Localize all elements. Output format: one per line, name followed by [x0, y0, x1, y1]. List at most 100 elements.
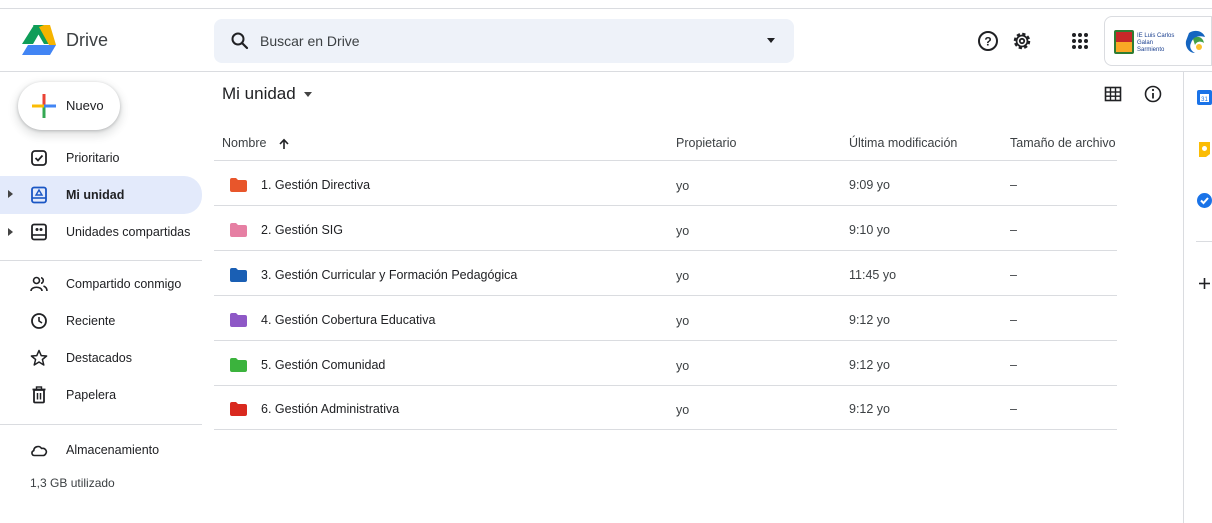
file-row-6[interactable]: 6. Gestión Administrativa yo 9:12 yo – — [214, 386, 1117, 430]
file-owner: yo — [676, 403, 690, 417]
file-name: 6. Gestión Administrativa — [261, 402, 400, 416]
column-header-size[interactable]: Tamaño de archivo — [1010, 136, 1116, 150]
search-input[interactable]: Buscar en Drive — [260, 33, 360, 49]
file-owner: yo — [676, 359, 690, 373]
sidebar-item-shared-with-me[interactable]: Compartido conmigo — [0, 266, 202, 302]
app-name: Drive — [66, 30, 109, 50]
file-modified: 9:10 yo — [849, 223, 891, 237]
sidebar-item-label: Compartido conmigo — [66, 277, 182, 291]
new-button-label: Nuevo — [66, 98, 104, 113]
chevron-down-icon — [303, 92, 312, 98]
page-title-text: Mi unidad — [222, 84, 296, 103]
info-icon[interactable] — [1143, 84, 1163, 104]
storage-used-text: 1,3 GB utilizado — [30, 476, 115, 490]
cloud-icon — [31, 445, 48, 457]
file-name: 4. Gestión Cobertura Educativa — [261, 313, 436, 327]
file-size: – — [1010, 223, 1017, 237]
file-row-4[interactable]: 4. Gestión Cobertura Educativa yo 9:12 y… — [214, 297, 1117, 341]
sidebar-item-label: Unidades compartidas — [66, 225, 191, 239]
file-modified: 9:12 yo — [849, 402, 891, 416]
star-icon — [30, 349, 48, 366]
my-drive-icon — [31, 186, 47, 204]
folder-icon — [230, 402, 247, 416]
new-button[interactable]: Nuevo — [18, 82, 120, 130]
folder-icon — [230, 178, 247, 192]
sidebar-item-label: Reciente — [66, 314, 116, 328]
account-avatar-icon[interactable] — [1185, 29, 1207, 55]
expand-caret-icon[interactable] — [8, 228, 13, 236]
trash-icon — [32, 386, 46, 404]
add-addon-plus-icon[interactable] — [1196, 275, 1212, 292]
sidebar-item-label: Destacados — [66, 351, 133, 365]
file-name: 2. Gestión SIG — [261, 223, 343, 237]
file-modified: 11:45 yo — [849, 268, 897, 282]
account-switcher[interactable]: IE Luis Carlos Galan Sarmiento — [1104, 16, 1212, 66]
file-owner: yo — [676, 269, 690, 283]
sidebar-item-recent[interactable]: Reciente — [0, 303, 202, 339]
sidebar-item-starred[interactable]: Destacados — [0, 340, 202, 376]
search-icon[interactable] — [230, 31, 250, 51]
file-name: 1. Gestión Directiva — [261, 178, 371, 192]
drive-logo-icon[interactable] — [22, 25, 56, 55]
file-row-1[interactable]: 1. Gestión Directiva yo 9:09 yo – — [214, 162, 1117, 206]
apps-grid-icon[interactable] — [1068, 29, 1092, 53]
file-size: – — [1010, 268, 1017, 282]
sidebar-item-label: Mi unidad — [66, 188, 125, 202]
file-row-2[interactable]: 2. Gestión SIG yo 9:10 yo – — [214, 207, 1117, 251]
school-crest-icon — [1114, 30, 1134, 54]
folder-icon — [230, 358, 247, 372]
file-owner: yo — [676, 224, 690, 238]
file-size: – — [1010, 402, 1017, 416]
sidebar: Nuevo Prioritario Mi unidad Unidades com… — [0, 72, 206, 523]
account-org-name: IE Luis Carlos Galan Sarmiento — [1137, 33, 1179, 54]
file-owner: yo — [676, 179, 690, 193]
grid-view-icon[interactable] — [1103, 84, 1123, 104]
top-bar: Drive Buscar en Drive ? IE Luis Carlos G… — [0, 8, 1212, 72]
sidebar-item-trash[interactable]: Papelera — [0, 377, 202, 413]
expand-caret-icon[interactable] — [8, 190, 13, 198]
calendar-icon[interactable]: 31 — [1196, 89, 1212, 106]
sidebar-item-storage[interactable]: Almacenamiento — [0, 432, 202, 468]
sidebar-item-label: Papelera — [66, 388, 117, 402]
plus-multicolor-icon — [32, 94, 56, 118]
column-header-name[interactable]: Nombre — [222, 136, 290, 150]
file-size: – — [1010, 178, 1017, 192]
shared-drives-icon — [31, 223, 47, 241]
search-options-icon[interactable] — [764, 33, 778, 47]
sidebar-divider — [0, 424, 202, 425]
search-bar[interactable]: Buscar en Drive — [214, 19, 794, 63]
file-row-5[interactable]: 5. Gestión Comunidad yo 9:12 yo – — [214, 342, 1117, 386]
column-header-name-label: Nombre — [222, 136, 267, 150]
sidebar-item-label: Prioritario — [66, 151, 120, 165]
folder-icon — [230, 313, 247, 327]
tasks-icon[interactable] — [1196, 192, 1212, 209]
sidebar-divider — [0, 260, 202, 261]
file-modified: 9:09 yo — [849, 178, 891, 192]
file-modified: 9:12 yo — [849, 358, 891, 372]
sidebar-item-shared-drives[interactable]: Unidades compartidas — [0, 214, 202, 250]
svg-text:31: 31 — [1201, 97, 1208, 103]
header-divider — [214, 160, 1117, 161]
side-panel-divider — [1196, 241, 1212, 242]
side-panel: 31 — [1183, 72, 1212, 523]
column-header-owner[interactable]: Propietario — [676, 136, 736, 150]
page-title[interactable]: Mi unidad — [222, 84, 312, 104]
file-name: 3. Gestión Curricular y Formación Pedagó… — [261, 268, 518, 282]
folder-icon — [230, 223, 247, 237]
help-icon[interactable]: ? — [976, 29, 1000, 53]
shared-with-me-icon — [30, 276, 48, 292]
file-name: 5. Gestión Comunidad — [261, 358, 386, 372]
org-line-2: Galan Sarmiento — [1137, 40, 1165, 53]
folder-icon — [230, 268, 247, 282]
sidebar-item-priority[interactable]: Prioritario — [0, 140, 202, 176]
file-row-3[interactable]: 3. Gestión Curricular y Formación Pedagó… — [214, 252, 1117, 296]
file-size: – — [1010, 358, 1017, 372]
sidebar-item-my-drive[interactable]: Mi unidad — [0, 176, 202, 214]
org-line-1: IE Luis Carlos — [1137, 33, 1175, 39]
sort-arrow-up-icon[interactable] — [278, 138, 290, 150]
recent-clock-icon — [31, 313, 47, 329]
file-size: – — [1010, 313, 1017, 327]
settings-gear-icon[interactable] — [1010, 29, 1034, 53]
column-header-modified[interactable]: Última modificación — [849, 136, 957, 150]
keep-icon[interactable] — [1196, 141, 1212, 158]
